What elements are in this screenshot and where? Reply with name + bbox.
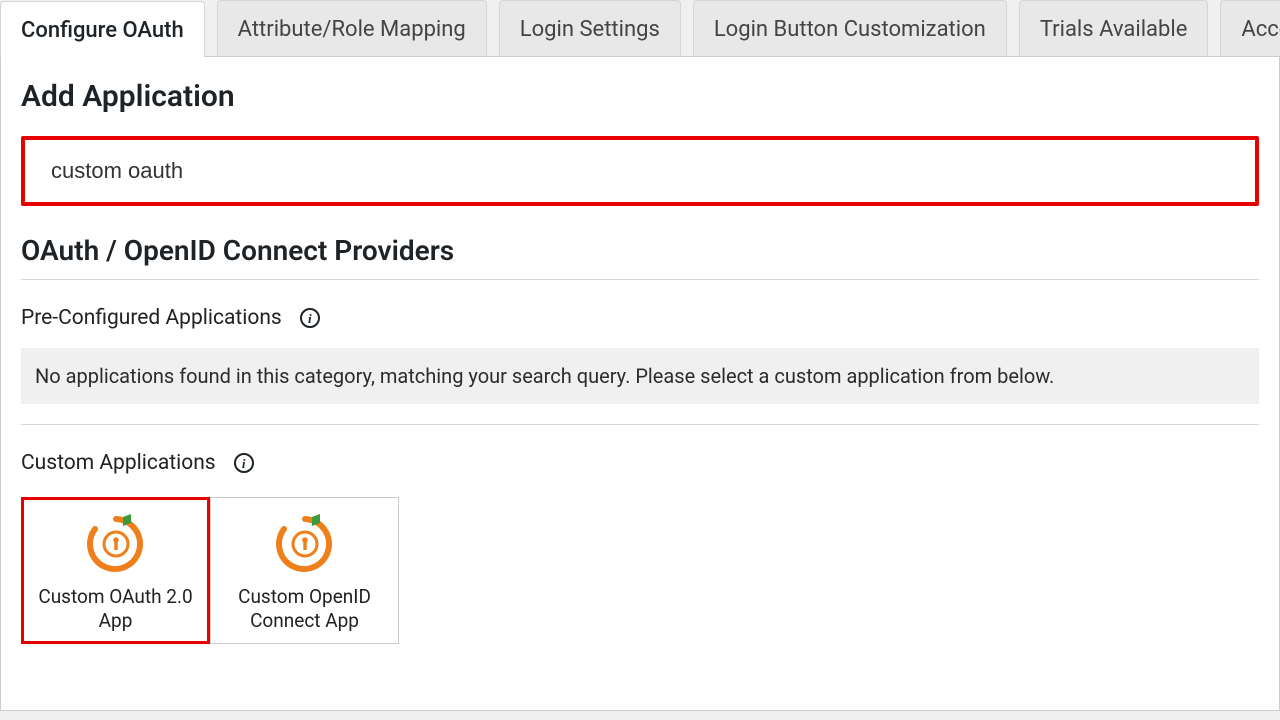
preconfigured-empty-message: No applications found in this category, …: [21, 348, 1259, 404]
oauth-app-icon: [272, 511, 338, 577]
preconfigured-title: Pre-Configured Applications: [21, 306, 282, 330]
custom-apps-list: Custom OAuth 2.0 App Custom OpenID Conne…: [21, 497, 1259, 644]
page-title: Add Application: [21, 79, 1259, 114]
oauth-app-icon: [83, 511, 149, 577]
tab-bar: Configure OAuth Attribute/Role Mapping L…: [0, 0, 1280, 56]
tab-panel: Add Application OAuth / OpenID Connect P…: [0, 56, 1280, 711]
app-card-label: Custom OAuth 2.0 App: [32, 585, 199, 633]
search-highlight-box: [21, 136, 1259, 206]
search-input[interactable]: [25, 140, 1255, 202]
divider: [21, 279, 1259, 280]
app-card-label: Custom OpenID Connect App: [219, 585, 390, 633]
tab-login-settings[interactable]: Login Settings: [499, 0, 681, 56]
tab-configure-oauth[interactable]: Configure OAuth: [0, 1, 205, 57]
custom-apps-title: Custom Applications: [21, 451, 216, 475]
app-card-custom-openid[interactable]: Custom OpenID Connect App: [210, 497, 399, 644]
tab-account-setup[interactable]: Account Setu: [1220, 0, 1280, 56]
providers-section-title: OAuth / OpenID Connect Providers: [21, 234, 1259, 267]
tab-trials-available[interactable]: Trials Available: [1019, 0, 1209, 56]
app-card-custom-oauth[interactable]: Custom OAuth 2.0 App: [21, 497, 210, 644]
divider: [21, 424, 1259, 425]
info-icon[interactable]: i: [234, 453, 254, 473]
info-icon[interactable]: i: [300, 308, 320, 328]
tab-login-button-customization[interactable]: Login Button Customization: [693, 0, 1007, 56]
tab-attribute-role-mapping[interactable]: Attribute/Role Mapping: [217, 0, 487, 56]
